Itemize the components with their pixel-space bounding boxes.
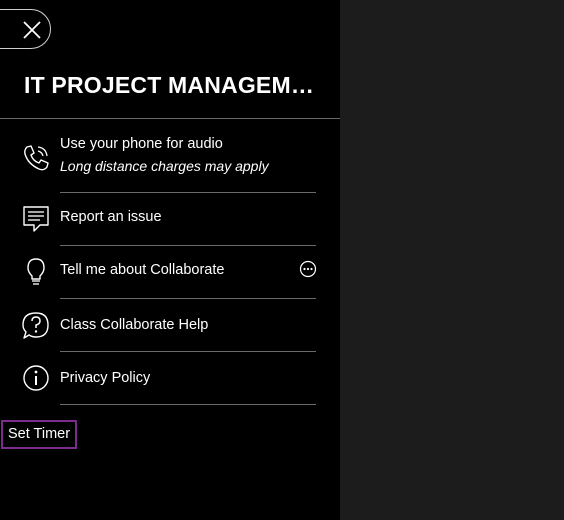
divider bbox=[60, 192, 316, 193]
lightbulb-icon bbox=[27, 258, 45, 285]
help-question-icon bbox=[22, 312, 49, 339]
divider bbox=[60, 298, 316, 299]
privacy-policy-label: Privacy Policy bbox=[60, 370, 151, 386]
side-panel: IT PROJECT MANAGEMENT Use your phone for… bbox=[0, 0, 340, 520]
title-divider bbox=[0, 118, 340, 119]
session-title: IT PROJECT MANAGEMENT bbox=[24, 72, 324, 98]
divider bbox=[60, 245, 316, 246]
phone-audio-note: Long distance charges may apply bbox=[60, 158, 269, 174]
tell-me-item[interactable]: Tell me about Collaborate bbox=[20, 256, 316, 286]
info-icon bbox=[23, 365, 49, 391]
divider bbox=[60, 351, 316, 352]
more-options-icon[interactable] bbox=[299, 260, 317, 278]
main-content-area bbox=[340, 0, 564, 520]
phone-audio-item[interactable]: Use your phone for audio Long distance c… bbox=[20, 134, 316, 180]
report-issue-item[interactable]: Report an issue bbox=[20, 204, 316, 234]
help-label: Class Collaborate Help bbox=[60, 317, 209, 333]
help-item[interactable]: Class Collaborate Help bbox=[20, 310, 316, 340]
privacy-policy-item[interactable]: Privacy Policy bbox=[20, 363, 316, 393]
tell-me-label: Tell me about Collaborate bbox=[60, 262, 225, 278]
set-timer-button[interactable]: Set Timer bbox=[1, 420, 77, 449]
divider bbox=[60, 404, 316, 405]
close-icon bbox=[23, 21, 41, 39]
chat-message-icon bbox=[23, 206, 49, 232]
phone-icon bbox=[24, 145, 49, 171]
close-button[interactable] bbox=[0, 9, 51, 49]
report-issue-label: Report an issue bbox=[60, 209, 162, 225]
phone-audio-label: Use your phone for audio bbox=[60, 136, 223, 152]
